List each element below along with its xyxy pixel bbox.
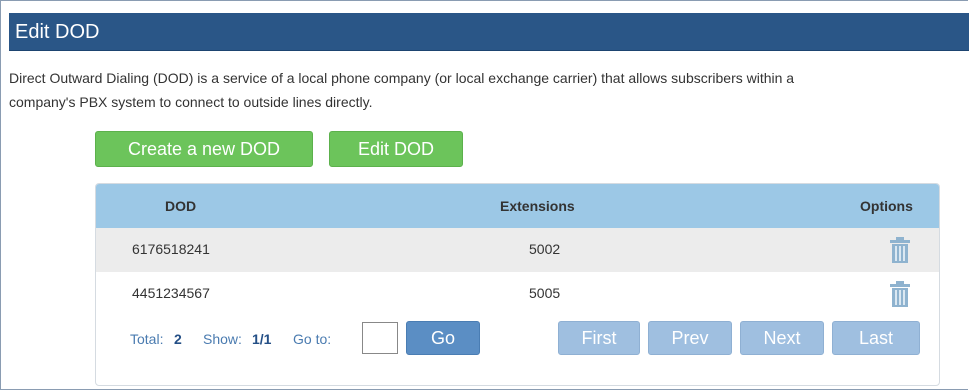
description-line-1: Direct Outward Dialing (DOD) is a servic… (9, 70, 795, 86)
column-header-extensions[interactable]: Extensions (500, 198, 575, 214)
table-row[interactable]: 6176518241 5002 (96, 228, 939, 272)
page-title: Edit DOD (15, 21, 100, 43)
edit-dod-button[interactable]: Edit DOD (329, 131, 463, 167)
dod-number: 6176518241 (132, 241, 210, 257)
extension-value: 5005 (529, 285, 561, 301)
pagination: Total: 2 Show: 1/1 Go to: Go First Prev … (96, 320, 939, 360)
next-page-button[interactable]: Next (740, 321, 824, 355)
table-row[interactable]: 4451234567 5005 (96, 272, 939, 316)
show-label: Show: (203, 331, 242, 347)
show-value: 1/1 (252, 331, 272, 347)
last-page-button[interactable]: Last (832, 321, 920, 355)
trash-icon[interactable] (889, 236, 911, 264)
description-line-2: company's PBX system to connect to outsi… (9, 94, 373, 110)
extension-value: 5002 (529, 241, 561, 257)
goto-page-input[interactable] (362, 322, 398, 354)
trash-icon[interactable] (889, 280, 911, 308)
create-dod-button[interactable]: Create a new DOD (95, 131, 313, 167)
prev-page-button[interactable]: Prev (648, 321, 732, 355)
column-header-options: Options (860, 198, 913, 214)
go-button[interactable]: Go (406, 321, 480, 355)
total-label: Total: (130, 331, 164, 347)
column-header-dod[interactable]: DOD (165, 198, 196, 214)
description: Direct Outward Dialing (DOD) is a servic… (9, 66, 969, 114)
dod-number: 4451234567 (132, 285, 210, 301)
table-header: DOD Extensions Options (96, 184, 939, 228)
dod-table: DOD Extensions Options 6176518241 5002 4… (95, 183, 940, 386)
total-count: 2 (174, 331, 182, 347)
edit-dod-panel: Edit DOD Direct Outward Dialing (DOD) is… (0, 0, 969, 390)
first-page-button[interactable]: First (558, 321, 640, 355)
title-bar: Edit DOD (9, 13, 969, 51)
goto-label: Go to: (293, 331, 332, 347)
